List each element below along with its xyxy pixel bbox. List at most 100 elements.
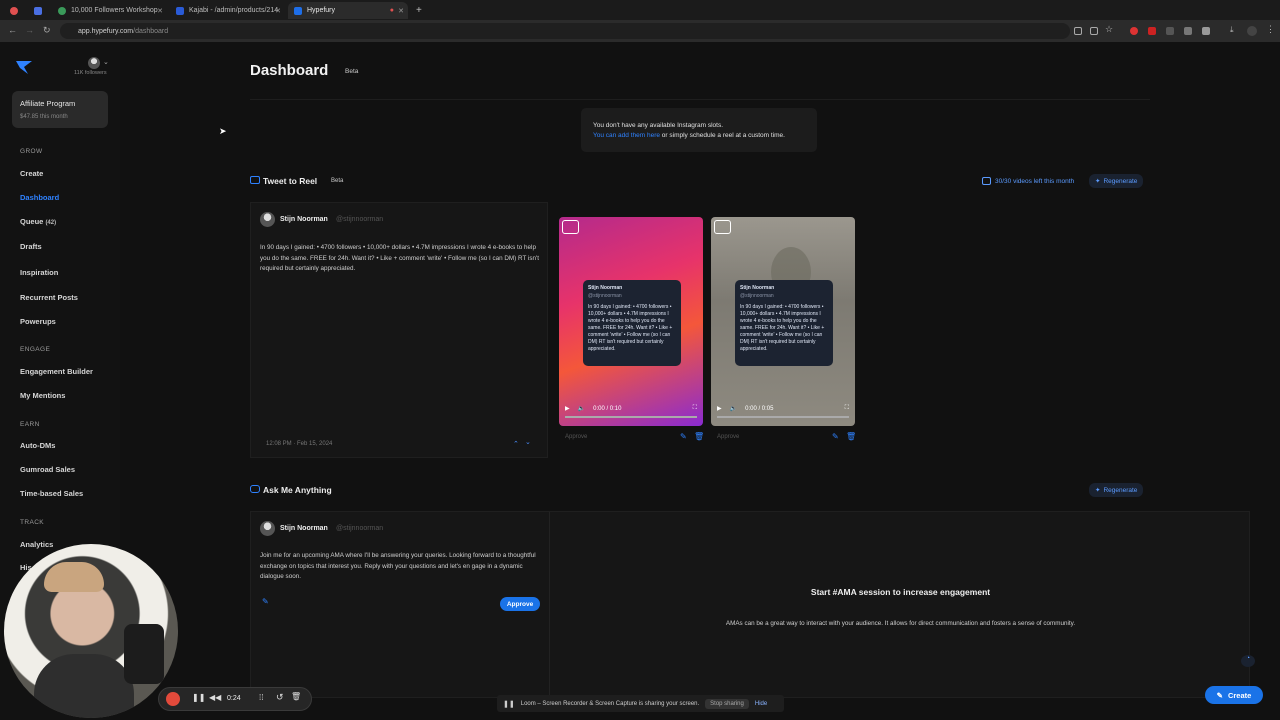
install-icon[interactable]	[1090, 27, 1098, 35]
fullscreen-icon[interactable]: ⛶	[693, 405, 697, 412]
queue-label: Queue	[20, 217, 44, 226]
stop-sharing-button[interactable]: Stop sharing	[705, 698, 749, 709]
tab-0[interactable]	[4, 2, 26, 19]
approve-button[interactable]: Approve	[565, 434, 587, 440]
sidebar-item-dashboard[interactable]: Dashboard	[20, 193, 59, 202]
sidebar-item-engagement-builder[interactable]: Engagement Builder	[20, 367, 93, 376]
forward-icon[interactable]: →	[25, 25, 34, 35]
help-icon[interactable]: ◔	[1241, 655, 1255, 667]
close-icon[interactable]: ✕	[157, 7, 163, 15]
chevron-down-icon[interactable]: ⌄	[103, 58, 109, 66]
puzzle-icon[interactable]	[1202, 27, 1210, 35]
volume-icon[interactable]: 🔈	[730, 405, 737, 412]
affiliate-program-card[interactable]: Affiliate Program $47.85 this month	[12, 91, 108, 128]
edit-icon[interactable]: ✎	[832, 432, 839, 441]
extension-icon[interactable]	[1130, 27, 1138, 35]
sidebar-item-recurrent-posts[interactable]: Recurrent Posts	[20, 293, 78, 302]
instagram-reel-icon	[714, 220, 731, 234]
regenerate-button[interactable]: ✦ Regenerate	[1089, 483, 1144, 497]
webcam-bubble[interactable]	[4, 544, 178, 718]
download-icon[interactable]: ⤓	[1230, 25, 1234, 35]
section-grow: GROW	[20, 148, 43, 155]
sidebar-item-inspiration[interactable]: Inspiration	[20, 268, 58, 277]
section-track: TRACK	[20, 519, 45, 526]
sidebar-item-auto-dms[interactable]: Auto-DMs	[20, 441, 55, 450]
extension-icon[interactable]	[1166, 27, 1174, 35]
create-label: Create	[1227, 690, 1252, 700]
sidebar-item-create[interactable]: Create	[20, 169, 43, 178]
main-content: Dashboard Beta You don't have any availa…	[120, 42, 1280, 720]
sidebar-item-analytics[interactable]: Analytics	[20, 540, 53, 549]
pause-icon[interactable]: ❚❚	[192, 693, 205, 702]
close-icon[interactable]: ✕	[398, 7, 404, 15]
rewind-icon[interactable]: ◀◀	[209, 693, 221, 702]
trash-icon[interactable]: 🗑	[846, 432, 856, 441]
tab-title: 10,000 Followers Workshop	[71, 7, 158, 14]
stop-recording-button[interactable]	[166, 692, 180, 706]
cast-icon[interactable]	[1074, 27, 1082, 35]
divider	[549, 512, 550, 699]
add-slots-link[interactable]: You can add them here	[593, 132, 660, 139]
play-icon[interactable]: ▶	[717, 405, 722, 412]
sidebar-item-my-mentions[interactable]: My Mentions	[20, 391, 65, 400]
trash-icon[interactable]: 🗑	[291, 692, 301, 701]
section-title-ama: Ask Me Anything	[263, 485, 332, 495]
video-progress[interactable]	[717, 416, 849, 418]
profile-avatar[interactable]	[1247, 26, 1257, 36]
regenerate-button[interactable]: ✦ Regenerate	[1089, 174, 1144, 188]
shirt	[34, 654, 134, 718]
volume-icon[interactable]: 🔈	[578, 405, 585, 412]
tab-1[interactable]	[28, 2, 50, 19]
approve-button[interactable]: Approve	[717, 434, 739, 440]
video-icon	[982, 177, 991, 185]
video-progress[interactable]	[565, 416, 697, 418]
avatar[interactable]	[88, 57, 100, 69]
edit-icon[interactable]: ✎	[680, 432, 687, 441]
tweet-text: In 90 days I gained: • 4700 followers • …	[260, 244, 539, 272]
close-icon[interactable]: ✕	[275, 7, 281, 15]
address-bar-row: ← → ↻ app.hypefury.com/dashboard ☆ ⤓ ⋮	[0, 20, 1280, 42]
play-icon[interactable]: ▶	[565, 405, 570, 412]
back-icon[interactable]: ←	[8, 25, 17, 35]
fullscreen-icon[interactable]: ⛶	[845, 405, 849, 412]
grid-icon[interactable]: ⁞⁞	[259, 693, 263, 702]
new-tab-button[interactable]: +	[410, 2, 424, 19]
chat-icon	[250, 485, 260, 493]
reel-video-1[interactable]: Stijn Noorman @stijnnoorman In 90 days I…	[559, 217, 703, 426]
reel-icon	[250, 176, 260, 184]
hide-button[interactable]: Hide	[755, 701, 767, 707]
section-earn: EARN	[20, 421, 40, 428]
chevron-down-icon[interactable]: ⌄	[525, 438, 531, 446]
browser-tab-bar: 10,000 Followers Workshop ✕ Kajabi - /adm…	[0, 0, 1280, 20]
preview-handle: @stijnnoorman	[588, 293, 622, 299]
hypefury-logo[interactable]	[14, 58, 34, 76]
extension-icon[interactable]	[1148, 27, 1156, 35]
screen-share-bar: ❚❚ Loom – Screen Recorder & Screen Captu…	[497, 695, 784, 712]
approve-button[interactable]: Approve	[500, 597, 540, 611]
chevron-up-icon[interactable]: ⌃	[513, 440, 519, 448]
create-button[interactable]: ✎ Create	[1205, 686, 1263, 704]
tab-workshop[interactable]: 10,000 Followers Workshop ✕	[52, 2, 167, 19]
affiliate-title: Affiliate Program	[20, 99, 76, 108]
reel-video-2[interactable]: Stijn Noorman @stijnnoorman In 90 days I…	[711, 217, 855, 426]
sidebar-item-gumroad-sales[interactable]: Gumroad Sales	[20, 465, 75, 474]
extension-icon[interactable]	[1184, 27, 1192, 35]
regenerate-label: Regenerate	[1103, 486, 1138, 494]
sidebar-item-powerups[interactable]: Powerups	[20, 317, 56, 326]
sparkle-icon: ✦	[1095, 487, 1101, 494]
sidebar-item-queue[interactable]: Queue (42)	[20, 217, 56, 226]
menu-icon[interactable]: ⋮	[1266, 24, 1275, 35]
restart-icon[interactable]: ↺	[276, 692, 284, 703]
tab-kajabi[interactable]: Kajabi - /admin/products/214 ✕	[170, 2, 285, 19]
sidebar-item-time-based-sales[interactable]: Time-based Sales	[20, 489, 83, 498]
url-field[interactable]: app.hypefury.com/dashboard	[60, 23, 1070, 39]
trash-icon[interactable]: 🗑	[694, 432, 704, 441]
notice-text: You don't have any available Instagram s…	[593, 122, 723, 129]
reload-icon[interactable]: ↻	[43, 25, 51, 36]
sidebar-item-drafts[interactable]: Drafts	[20, 242, 42, 251]
kajabi-icon	[176, 6, 184, 15]
star-icon[interactable]: ☆	[1105, 24, 1113, 35]
tab-hypefury[interactable]: Hypefury ● ✕	[288, 2, 408, 19]
regenerate-label: Regenerate	[1103, 177, 1138, 185]
edit-icon[interactable]: ✎	[262, 597, 269, 606]
